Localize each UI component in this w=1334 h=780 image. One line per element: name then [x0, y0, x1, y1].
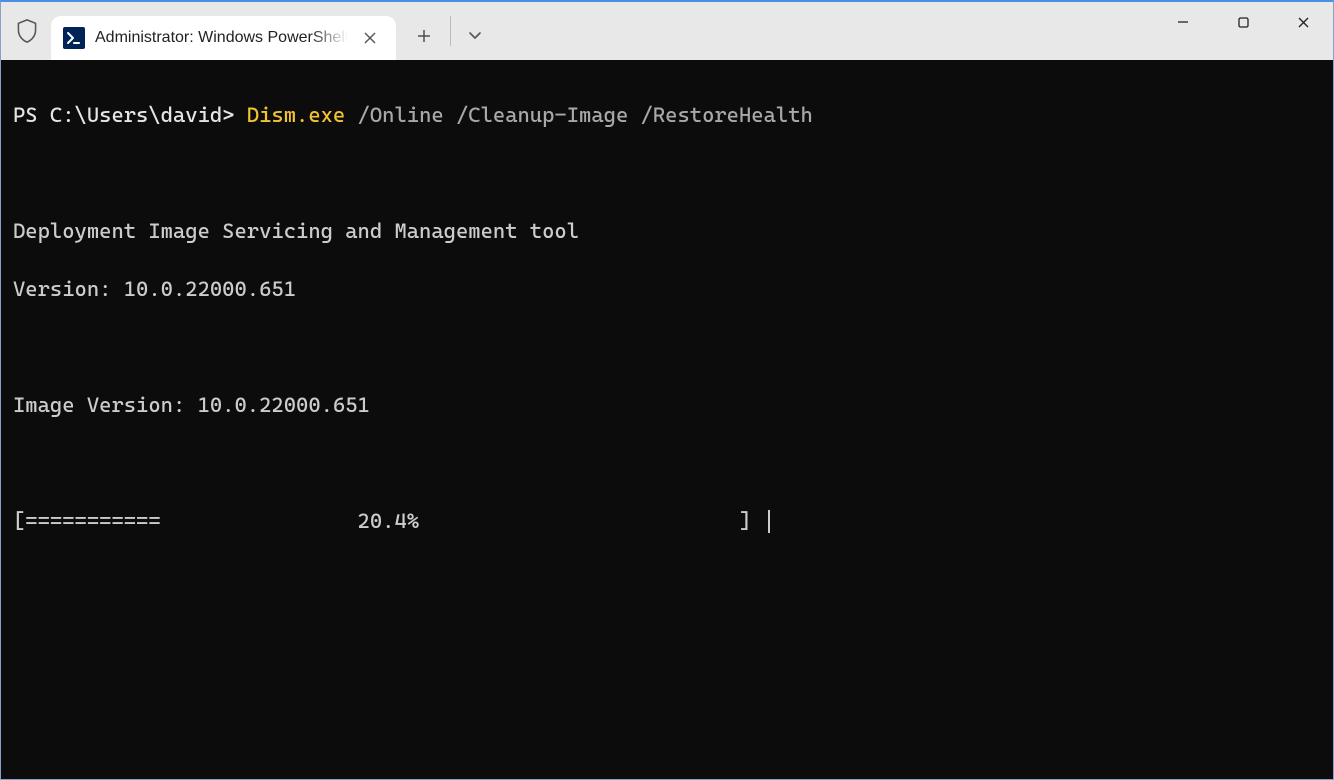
shield-icon [11, 15, 43, 47]
titlebar: Administrator: Windows PowerShell [1, 2, 1333, 60]
tab-title: Administrator: Windows PowerShell [95, 29, 348, 47]
new-tab-button[interactable] [404, 16, 444, 56]
minimize-icon [1176, 15, 1190, 29]
cursor [768, 510, 770, 533]
app-window: Administrator: Windows PowerShell [0, 0, 1334, 780]
window-controls [1153, 2, 1333, 60]
progress-bar-text: [=========== 20.4% ] [13, 509, 764, 533]
tab-dropdown-button[interactable] [457, 16, 493, 56]
output-version: Version: 10.0.22000.651 [13, 275, 1323, 304]
chevron-down-icon [468, 31, 482, 41]
terminal-command-line: PS C:\Users\david> Dism.exe /Online /Cle… [13, 101, 1323, 130]
prompt-text: PS C:\Users\david> [13, 103, 247, 127]
powershell-icon [63, 27, 85, 49]
maximize-button[interactable] [1213, 2, 1273, 42]
close-icon [364, 32, 376, 44]
tab-active[interactable]: Administrator: Windows PowerShell [51, 16, 396, 60]
command-args: /Online /Cleanup-Image /RestoreHealth [345, 103, 813, 127]
maximize-icon [1237, 16, 1250, 29]
minimize-button[interactable] [1153, 2, 1213, 42]
titlebar-left: Administrator: Windows PowerShell [1, 2, 493, 60]
command-exe: Dism.exe [247, 103, 345, 127]
terminal-pane[interactable]: PS C:\Users\david> Dism.exe /Online /Cle… [1, 60, 1333, 779]
progress-line: [=========== 20.4% ] [13, 507, 1323, 536]
close-window-button[interactable] [1273, 2, 1333, 42]
output-image-version: Image Version: 10.0.22000.651 [13, 391, 1323, 420]
tab-divider [450, 16, 451, 46]
titlebar-drag-area[interactable] [493, 2, 1153, 60]
close-icon [1297, 16, 1310, 29]
tab-close-button[interactable] [356, 24, 384, 52]
plus-icon [417, 29, 431, 43]
output-tool-name: Deployment Image Servicing and Managemen… [13, 217, 1323, 246]
